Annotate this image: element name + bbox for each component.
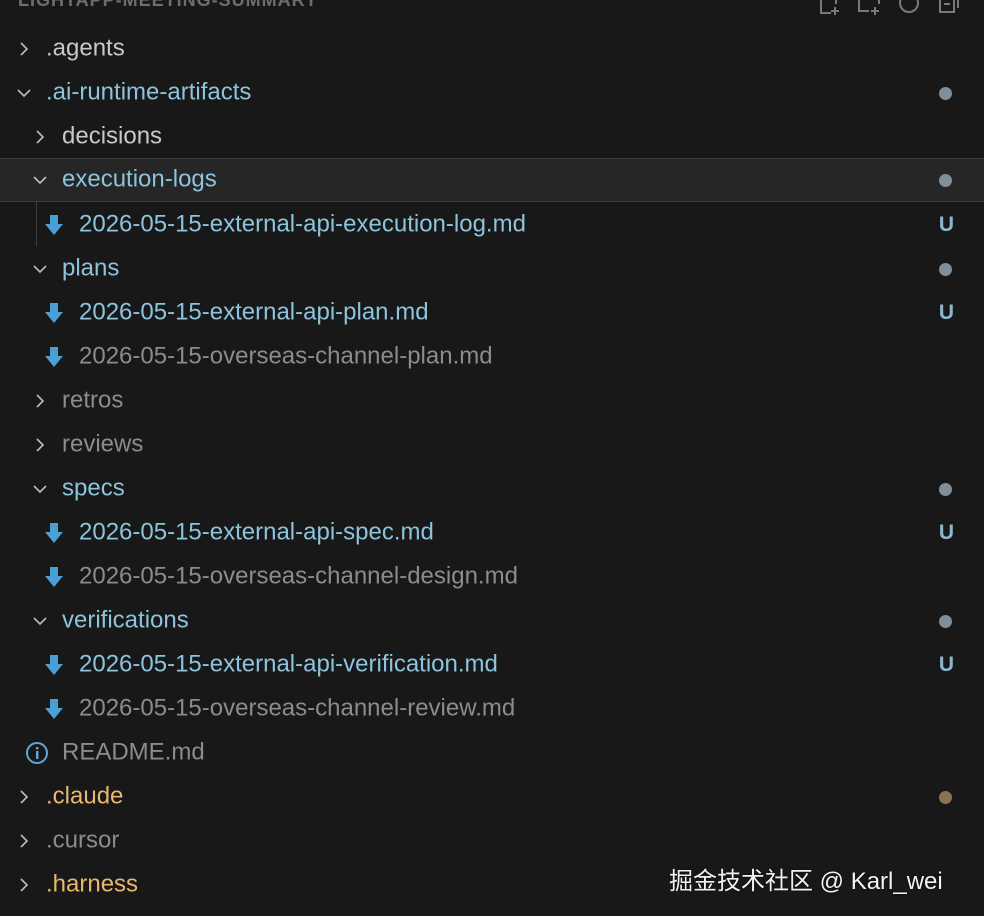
chevron-down-icon — [32, 481, 48, 497]
untracked-badge: U — [938, 653, 954, 676]
tree-item-claude[interactable]: .claude — [0, 775, 984, 819]
tree-item-label: .claude — [46, 782, 124, 810]
refresh-icon[interactable] — [896, 0, 922, 16]
untracked-badge: U — [938, 213, 954, 236]
tree-item-label: plans — [62, 254, 120, 282]
explorer-header: LIGHTAPP-MEETING-SUMMARY — [0, 0, 984, 16]
tree-item-agents[interactable]: .agents — [0, 27, 984, 71]
tree-item-label: .cursor — [46, 826, 120, 854]
tree-item-ai-runtime-artifacts[interactable]: .ai-runtime-artifacts — [0, 71, 984, 115]
markdown-download-icon — [42, 301, 66, 325]
tree-item-spec-file[interactable]: 2026-05-15-external-api-spec.md U — [0, 511, 984, 555]
modified-dot — [939, 482, 952, 496]
tree-item-label: 2026-05-15-external-api-spec.md — [79, 518, 434, 546]
tree-item-decisions[interactable]: decisions — [0, 115, 984, 159]
chevron-right-icon — [16, 877, 32, 893]
tree-item-label: verifications — [62, 606, 189, 634]
tree-item-execution-log-file[interactable]: 2026-05-15-external-api-execution-log.md… — [0, 203, 984, 247]
tree-item-label: decisions — [62, 122, 163, 150]
tree-item-reviews[interactable]: reviews — [0, 423, 984, 467]
tree-item-label: 2026-05-15-external-api-plan.md — [79, 298, 429, 326]
watermark: 掘金技术社区 @ Karl_wei — [669, 868, 943, 895]
modified-dot — [939, 173, 952, 187]
tree-item-label: .harness — [46, 870, 139, 898]
tree-item-spec-file[interactable]: 2026-05-15-overseas-channel-design.md — [0, 555, 984, 599]
chevron-right-icon — [32, 393, 48, 409]
modified-dot — [939, 614, 952, 628]
markdown-download-icon — [42, 521, 66, 545]
tree-item-label: execution-logs — [62, 165, 217, 193]
modified-dot — [939, 262, 952, 276]
chevron-right-icon — [16, 833, 32, 849]
modified-dot — [939, 86, 952, 100]
tree-item-execution-logs[interactable]: execution-logs — [0, 158, 984, 202]
markdown-download-icon — [42, 345, 66, 369]
new-file-icon[interactable] — [816, 0, 842, 16]
untracked-badge: U — [938, 301, 954, 324]
tree-item-plan-file[interactable]: 2026-05-15-overseas-channel-plan.md — [0, 335, 984, 379]
markdown-download-icon — [42, 653, 66, 677]
untracked-badge: U — [938, 521, 954, 544]
tree-item-readme[interactable]: README.md — [0, 731, 984, 775]
tree-item-retros[interactable]: retros — [0, 379, 984, 423]
tree-item-label: retros — [62, 386, 124, 414]
info-icon — [25, 741, 49, 765]
tree-item-verifications[interactable]: verifications — [0, 599, 984, 643]
markdown-download-icon — [42, 697, 66, 721]
chevron-down-icon — [32, 613, 48, 629]
chevron-right-icon — [32, 129, 48, 145]
chevron-right-icon — [16, 789, 32, 805]
tree-item-label: specs — [62, 474, 125, 502]
tree-item-verification-file[interactable]: 2026-05-15-external-api-verification.md … — [0, 643, 984, 687]
tree-item-label: README.md — [62, 738, 205, 766]
tree-item-label: reviews — [62, 430, 144, 458]
explorer-actions — [816, 0, 962, 16]
chevron-down-icon — [16, 85, 32, 101]
markdown-download-icon — [42, 565, 66, 589]
tree-item-label: .agents — [46, 34, 125, 62]
tree-item-label: 2026-05-15-overseas-channel-design.md — [79, 562, 518, 590]
tree-item-label: 2026-05-15-external-api-execution-log.md — [79, 210, 526, 238]
collapse-all-icon[interactable] — [936, 0, 962, 16]
explorer-title: LIGHTAPP-MEETING-SUMMARY — [18, 0, 318, 11]
tree-item-specs[interactable]: specs — [0, 467, 984, 511]
tree-item-label: .ai-runtime-artifacts — [46, 78, 252, 106]
tree-item-plans[interactable]: plans — [0, 247, 984, 291]
tree-item-label: 2026-05-15-external-api-verification.md — [79, 650, 498, 678]
new-folder-icon[interactable] — [856, 0, 882, 16]
chevron-right-icon — [32, 437, 48, 453]
tree-item-label: 2026-05-15-overseas-channel-plan.md — [79, 342, 493, 370]
tree-item-label: 2026-05-15-overseas-channel-review.md — [79, 694, 516, 722]
tree-item-cursor[interactable]: .cursor — [0, 819, 984, 863]
chevron-right-icon — [16, 41, 32, 57]
markdown-download-icon — [42, 213, 66, 237]
chevron-down-icon — [32, 172, 48, 188]
tree-item-verification-file[interactable]: 2026-05-15-overseas-channel-review.md — [0, 687, 984, 731]
modified-dot — [939, 790, 952, 804]
chevron-down-icon — [32, 261, 48, 277]
tree-item-plan-file[interactable]: 2026-05-15-external-api-plan.md U — [0, 291, 984, 335]
